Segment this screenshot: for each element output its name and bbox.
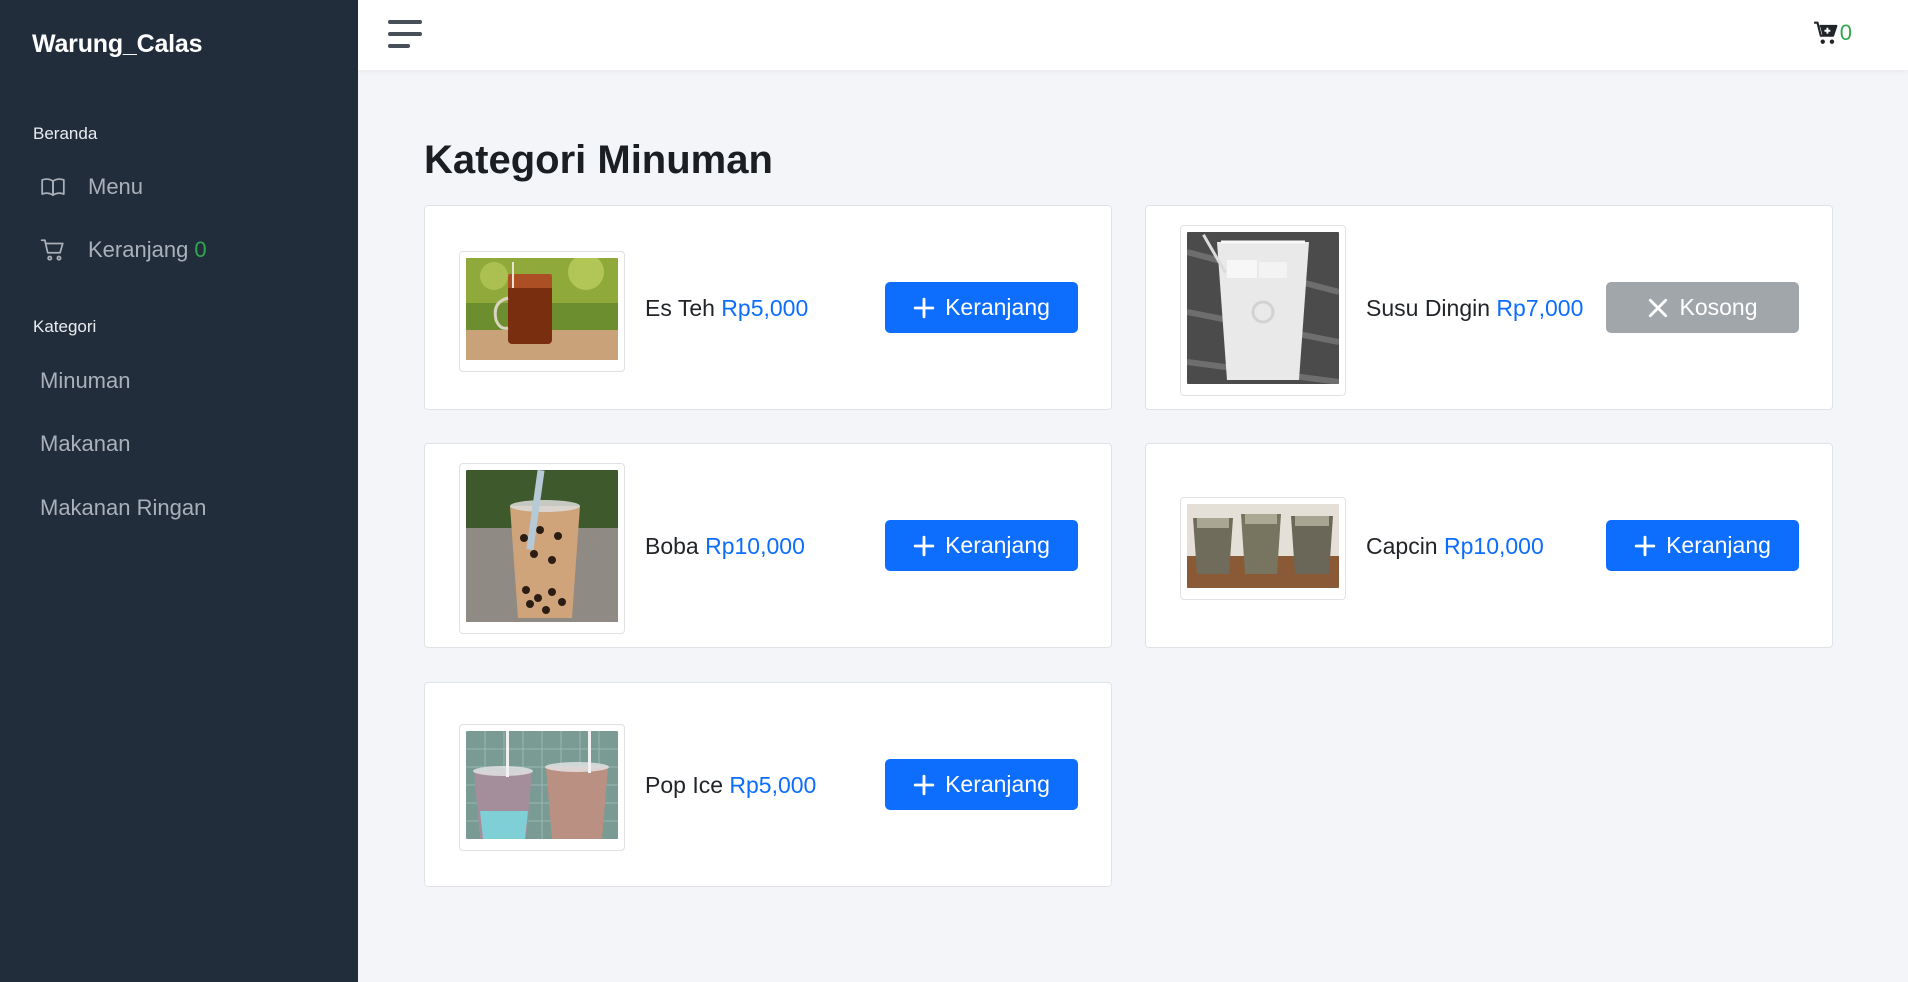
- sidebar-item-label: Makanan Ringan: [40, 495, 207, 520]
- topbar: 0: [358, 0, 1908, 70]
- plus-icon: [1634, 535, 1656, 557]
- close-icon: [1647, 297, 1669, 319]
- page-title-category: Minuman: [597, 138, 773, 182]
- product-name-text: Capcin: [1366, 533, 1438, 559]
- product-name-text: Pop Ice: [645, 772, 723, 798]
- book-open-icon: [40, 174, 66, 200]
- product-name: Es Teh Rp5,000: [645, 295, 808, 322]
- add-to-cart-button[interactable]: Keranjang: [885, 759, 1078, 810]
- button-label: Keranjang: [945, 532, 1050, 558]
- plus-icon: [913, 297, 935, 319]
- sidebar-item-makanan[interactable]: Makanan: [40, 431, 131, 457]
- product-card: Pop Ice Rp5,000 Keranjang: [424, 682, 1112, 887]
- button-label: Keranjang: [945, 771, 1050, 797]
- hamburger-icon[interactable]: [388, 20, 422, 48]
- button-label: Kosong: [1679, 294, 1758, 320]
- product-card: Es Teh Rp5,000 Keranjang: [424, 205, 1112, 410]
- sidebar-cart-count: 0: [194, 237, 207, 262]
- sidebar-item-label: Menu: [88, 174, 144, 199]
- product-image: [459, 463, 625, 634]
- cart-icon: [40, 237, 66, 263]
- product-price: Rp10,000: [705, 533, 805, 559]
- product-name-text: Susu Dingin: [1366, 295, 1491, 321]
- product-price: Rp5,000: [729, 772, 817, 798]
- topbar-cart-button[interactable]: 0: [1813, 20, 1852, 46]
- section-heading-kategori: Kategori: [33, 317, 97, 336]
- product-photo-susu-dingin: [1186, 232, 1340, 385]
- out-of-stock-button[interactable]: Kosong: [1606, 282, 1799, 333]
- button-label: Keranjang: [1666, 532, 1771, 558]
- product-name-text: Es Teh: [645, 295, 715, 321]
- page-title-bold: Kategori: [424, 138, 587, 182]
- product-name-text: Boba: [645, 533, 699, 559]
- product-photo-pop-ice: [466, 731, 618, 839]
- product-name: Capcin Rp10,000: [1366, 533, 1544, 560]
- brand-logo[interactable]: Warung_Calas: [32, 30, 203, 59]
- product-photo-boba: [466, 469, 618, 622]
- product-price: Rp7,000: [1496, 295, 1584, 321]
- product-image: [1180, 497, 1346, 600]
- product-photo-capcin: [1187, 504, 1339, 588]
- sidebar-item-menu[interactable]: Menu: [40, 174, 143, 200]
- product-price: Rp5,000: [721, 295, 809, 321]
- sidebar-item-label: Makanan: [40, 431, 131, 456]
- plus-icon: [913, 535, 935, 557]
- product-image: [459, 251, 625, 372]
- product-name: Boba Rp10,000: [645, 533, 805, 560]
- plus-icon: [913, 774, 935, 796]
- product-card: Boba Rp10,000 Keranjang: [424, 443, 1112, 648]
- product-photo-es-teh: [466, 254, 618, 360]
- add-to-cart-button[interactable]: Keranjang: [1606, 520, 1799, 571]
- sidebar-item-makanan-ringan[interactable]: Makanan Ringan: [40, 495, 206, 521]
- product-name: Pop Ice Rp5,000: [645, 772, 816, 799]
- cart-plus-icon: [1813, 20, 1839, 46]
- page-title: Kategori Minuman: [424, 138, 773, 183]
- add-to-cart-button[interactable]: Keranjang: [885, 282, 1078, 333]
- product-card: Susu Dingin Rp7,000 Kosong: [1145, 205, 1833, 410]
- section-heading-beranda: Beranda: [33, 124, 98, 143]
- sidebar-item-label: Keranjang: [88, 237, 189, 262]
- sidebar-item-keranjang[interactable]: Keranjang 0: [40, 237, 207, 263]
- add-to-cart-button[interactable]: Keranjang: [885, 520, 1078, 571]
- product-card: Capcin Rp10,000 Keranjang: [1145, 443, 1833, 648]
- product-image: [459, 724, 625, 851]
- button-label: Keranjang: [945, 294, 1050, 320]
- topbar-cart-count: 0: [1839, 20, 1852, 45]
- sidebar-item-minuman[interactable]: Minuman: [40, 368, 130, 394]
- product-name: Susu Dingin Rp7,000: [1366, 295, 1583, 322]
- sidebar: Warung_Calas Beranda Menu Keranjang 0 Ka…: [0, 0, 358, 982]
- product-price: Rp10,000: [1444, 533, 1544, 559]
- sidebar-item-label: Minuman: [40, 368, 131, 393]
- product-image: [1180, 225, 1346, 396]
